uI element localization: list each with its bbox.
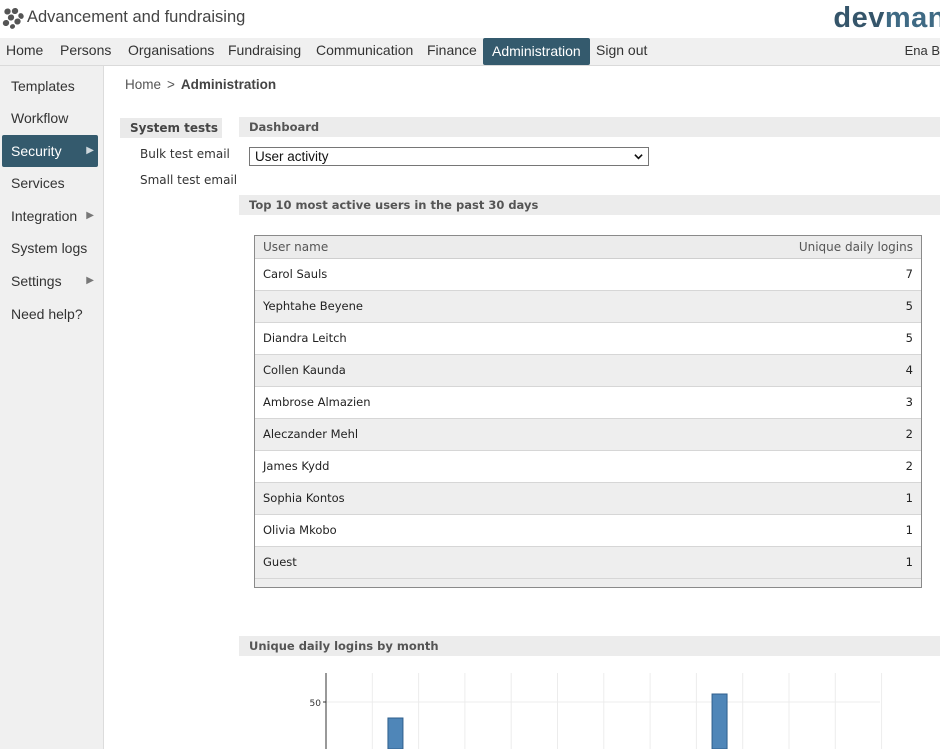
sidebar-item-system-logs[interactable]: System logs <box>2 232 98 264</box>
user-name[interactable]: Ena B <box>905 38 940 65</box>
chart-grid <box>323 673 883 749</box>
sidebar-item-workflow[interactable]: Workflow <box>2 102 98 134</box>
system-tests-heading: System tests <box>120 118 222 138</box>
table-row: Aleczander Mehl 2 <box>255 419 921 451</box>
sidebar-item-security[interactable]: Security ▶ <box>2 135 98 167</box>
nav-persons[interactable]: Persons <box>60 38 111 65</box>
bulk-test-email-link[interactable]: Bulk test email <box>120 144 230 164</box>
cell-login-count: 2 <box>905 459 913 473</box>
table-row: Ambrose Almazien 3 <box>255 387 921 419</box>
nav-organisations[interactable]: Organisations <box>128 38 214 65</box>
sidebar-item-label: Integration <box>11 208 78 224</box>
nav-fundraising[interactable]: Fundraising <box>228 38 301 65</box>
dashboard-select[interactable]: User activity <box>249 147 649 166</box>
cell-user-name: Olivia Mkobo <box>263 523 337 537</box>
breadcrumb-current: Administration <box>180 77 277 92</box>
cell-user-name: Sophia Kontos <box>263 491 345 505</box>
chevron-right-icon: ▶ <box>86 275 94 286</box>
top-bar: Advancement and fundraising devman <box>0 0 940 38</box>
chart-bar[interactable] <box>711 693 728 749</box>
sidebar-item-services[interactable]: Services <box>2 167 98 199</box>
app-title: Advancement and fundraising <box>27 8 246 26</box>
top-users-table: User name Unique daily logins Carol Saul… <box>254 235 922 588</box>
table-row: Olivia Mkobo 1 <box>255 515 921 547</box>
table-row: Guest 1 <box>255 547 921 579</box>
cell-user-name: Guest <box>263 555 297 569</box>
logins-chart-heading: Unique daily logins by month <box>239 636 940 656</box>
chevron-right-icon: ▶ <box>86 210 94 221</box>
main-nav: Home Persons Organisations Fundraising C… <box>0 38 940 66</box>
top-users-heading: Top 10 most active users in the past 30 … <box>239 195 940 215</box>
sidebar-item-integration[interactable]: Integration ▶ <box>2 200 98 232</box>
sidebar-item-label: Workflow <box>11 110 69 126</box>
sidebar-item-label: Need help? <box>11 306 83 322</box>
brand-logo[interactable]: devman <box>833 2 940 35</box>
table-header: User name Unique daily logins <box>255 236 921 259</box>
cell-user-name: Ambrose Almazien <box>263 395 371 409</box>
cell-login-count: 5 <box>905 299 913 313</box>
cell-login-count: 1 <box>905 491 913 505</box>
dashboard-heading: Dashboard <box>239 117 940 137</box>
sidebar-item-label: Services <box>11 175 65 191</box>
cell-user-name: Carol Sauls <box>263 267 328 281</box>
nav-administration[interactable]: Administration <box>483 38 590 65</box>
sidebar-item-label: Templates <box>11 78 75 94</box>
cell-login-count: 7 <box>905 267 913 281</box>
sidebar: Templates Workflow Security ▶ Services I… <box>0 66 104 749</box>
table-row: Sophia Kontos 1 <box>255 483 921 515</box>
cell-user-name: Aleczander Mehl <box>263 427 359 441</box>
table-row: James Kydd 2 <box>255 451 921 483</box>
nav-communication[interactable]: Communication <box>316 38 413 65</box>
nav-finance[interactable]: Finance <box>427 38 477 65</box>
brand-suffix: man <box>884 2 940 34</box>
sidebar-item-label: System logs <box>11 240 88 256</box>
breadcrumb-home[interactable]: Home <box>125 77 161 92</box>
dashboard-select-value: User activity <box>255 149 329 164</box>
cell-user-name: Diandra Leitch <box>263 331 347 345</box>
cell-login-count: 2 <box>905 427 913 441</box>
chevron-down-icon <box>634 154 643 160</box>
logins-by-month-chart: 50 <box>310 673 883 749</box>
column-header-user-name[interactable]: User name <box>263 236 328 258</box>
breadcrumb-separator: > <box>167 77 175 92</box>
system-tests-panel: System tests Bulk test email Small test … <box>120 118 237 190</box>
sidebar-item-need-help[interactable]: Need help? <box>2 298 98 330</box>
cell-login-count: 3 <box>905 395 913 409</box>
breadcrumb: Home > Administration <box>125 77 276 92</box>
table-row: Carol Sauls 7 <box>255 259 921 291</box>
sidebar-item-settings[interactable]: Settings ▶ <box>2 265 98 297</box>
column-header-unique-daily-logins[interactable]: Unique daily logins <box>799 236 913 258</box>
y-tick-label: 50 <box>310 699 322 709</box>
brand-prefix: dev <box>833 2 885 34</box>
table-row: Collen Kaunda 4 <box>255 355 921 387</box>
table-row: Yephtahe Beyene 5 <box>255 291 921 323</box>
sidebar-item-label: Settings <box>11 273 62 289</box>
chart-bar[interactable] <box>387 717 404 749</box>
cell-login-count: 5 <box>905 331 913 345</box>
sidebar-item-templates[interactable]: Templates <box>2 70 98 102</box>
table-row: Diandra Leitch 5 <box>255 323 921 355</box>
cell-user-name: Yephtahe Beyene <box>263 299 363 313</box>
cell-login-count: 1 <box>905 523 913 537</box>
cell-login-count: 4 <box>905 363 913 377</box>
chevron-right-icon: ▶ <box>86 145 94 156</box>
cell-login-count: 1 <box>905 555 913 569</box>
nav-sign-out[interactable]: Sign out <box>596 38 647 65</box>
honeycomb-icon <box>2 7 24 29</box>
nav-home[interactable]: Home <box>6 38 43 65</box>
sidebar-item-label: Security <box>11 143 62 159</box>
cell-user-name: Collen Kaunda <box>263 363 346 377</box>
cell-user-name: James Kydd <box>263 459 330 473</box>
small-test-email-link[interactable]: Small test email <box>120 170 237 190</box>
